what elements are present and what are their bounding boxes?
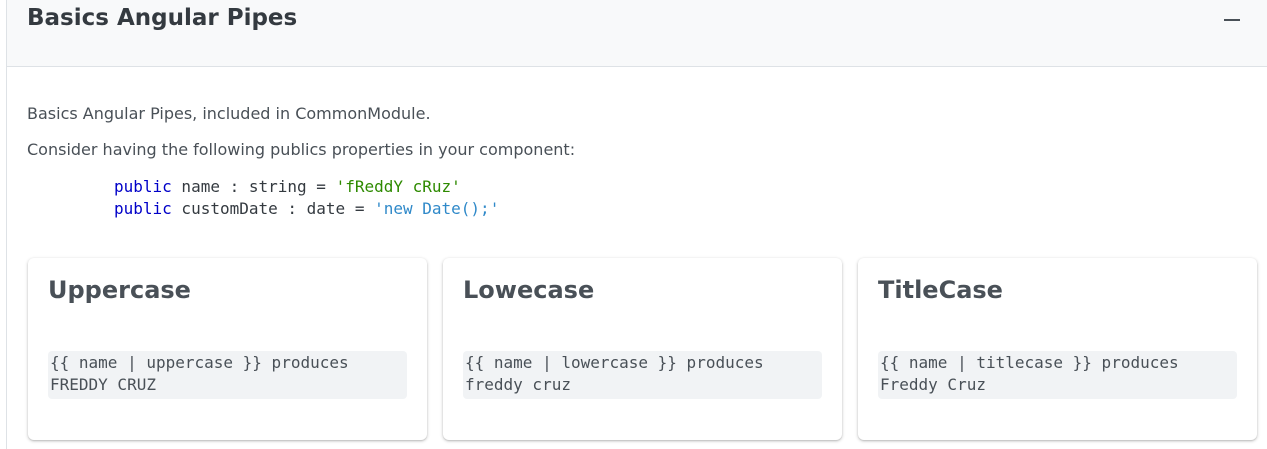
card-code-example: {{ name | titlecase }} produces Freddy C… (878, 351, 1237, 399)
card-title: TitleCase (878, 276, 1003, 304)
code-expression: {{ name | lowercase }} produces (465, 353, 764, 372)
code-expression: {{ name | uppercase }} produces (50, 353, 349, 372)
code-declaration: customDate : date = (171, 199, 375, 218)
panel-title: Basics Angular Pipes (27, 5, 298, 31)
code-expression: {{ name | titlecase }} produces (880, 353, 1179, 372)
code-string: 'new Date();' (374, 199, 500, 218)
minus-icon (1224, 19, 1240, 21)
pipes-panel: Basics Angular Pipes Basics Angular Pipe… (6, 0, 1267, 449)
card-code-example: {{ name | uppercase }} produces FREDDY C… (48, 351, 407, 399)
code-declaration: name : string = (171, 177, 336, 196)
lowercase-card: Lowecase {{ name | lowercase }} produces… (443, 258, 842, 440)
properties-code-block: public name : string = 'fReddY cRuz' pub… (114, 176, 499, 220)
card-code-example: {{ name | lowercase }} produces freddy c… (463, 351, 822, 399)
code-result: Freddy Cruz (880, 375, 986, 394)
code-string: 'fReddY cRuz' (335, 177, 461, 196)
consider-text: Consider having the following publics pr… (27, 140, 576, 159)
uppercase-card: Uppercase {{ name | uppercase }} produce… (28, 258, 427, 440)
code-keyword: public (114, 199, 172, 218)
intro-text: Basics Angular Pipes, included in Common… (27, 104, 431, 123)
card-title: Uppercase (48, 276, 191, 304)
collapse-toggle-button[interactable] (1221, 10, 1243, 30)
panel-header: Basics Angular Pipes (7, 0, 1267, 67)
code-result: FREDDY CRUZ (50, 375, 156, 394)
code-result: freddy cruz (465, 375, 571, 394)
titlecase-card: TitleCase {{ name | titlecase }} produce… (858, 258, 1257, 440)
code-line: public customDate : date = 'new Date();' (114, 199, 499, 218)
code-line: public name : string = 'fReddY cRuz' (114, 177, 461, 196)
card-title: Lowecase (463, 276, 595, 304)
code-keyword: public (114, 177, 172, 196)
